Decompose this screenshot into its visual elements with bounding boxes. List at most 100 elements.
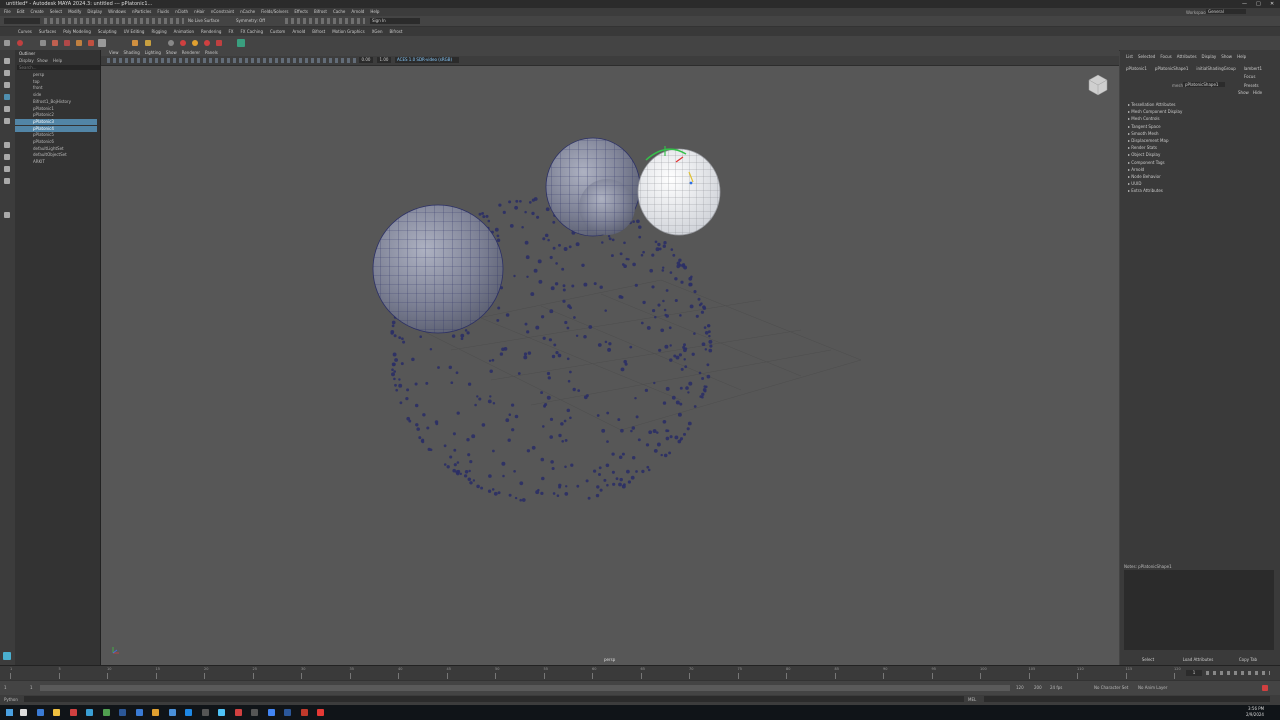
taskbar-app-icon[interactable]: [86, 709, 93, 716]
outliner-item[interactable]: ARKIT: [15, 159, 97, 165]
shelf-tab-10[interactable]: Custom: [270, 27, 285, 36]
shelf-icon-7[interactable]: [145, 40, 151, 46]
shelf-icon-5[interactable]: [88, 40, 94, 46]
range-end-field[interactable]: 200: [1034, 685, 1042, 690]
workspace-select[interactable]: General: [1206, 9, 1246, 14]
shelf-tab-12[interactable]: Bifrost: [312, 27, 325, 36]
focus-button[interactable]: Focus: [1244, 74, 1255, 79]
taskbar-app-icon[interactable]: [185, 709, 192, 716]
outliner-item[interactable]: persp: [15, 72, 97, 78]
character-set-select[interactable]: No Character Set: [1094, 685, 1128, 690]
taskbar-app-icon[interactable]: [102, 709, 110, 716]
command-input[interactable]: [24, 696, 964, 702]
mode-selector[interactable]: [4, 18, 40, 24]
outliner-item[interactable]: Bifrost1_BojHistory: [15, 99, 97, 105]
render-icons[interactable]: [285, 18, 365, 24]
text-tool-icon[interactable]: [132, 40, 138, 46]
layout-outliner-icon[interactable]: [4, 178, 10, 184]
taskbar-app-icon[interactable]: [234, 709, 242, 716]
menu-item-13[interactable]: Fields/Solvers: [261, 8, 288, 16]
notes-textarea[interactable]: [1124, 570, 1274, 650]
refresh-icon[interactable]: [168, 40, 174, 46]
shelf-tab-1[interactable]: Surfaces: [39, 27, 56, 36]
taskbar-app-icon[interactable]: [201, 709, 209, 716]
bifrost-icon[interactable]: [17, 40, 23, 46]
menu-item-10[interactable]: nHair: [194, 8, 205, 16]
shelf-icon-6[interactable]: [98, 39, 106, 47]
attribute-section[interactable]: ▸ Component Tags: [1128, 160, 1273, 166]
node-tab-0[interactable]: pPlatonic1: [1126, 66, 1147, 72]
outliner-item[interactable]: pPlatonic1: [15, 106, 97, 112]
outliner-item[interactable]: top: [15, 79, 97, 85]
cache-icon[interactable]: [204, 40, 210, 46]
scale-tool-icon[interactable]: [4, 118, 10, 124]
attr-menu-6[interactable]: Help: [1237, 54, 1246, 60]
shelf-icon-4[interactable]: [76, 40, 82, 46]
time-slider[interactable]: 1 5 10 15 20 25 30 35 40 45 50 55 60 65 70 75 80 85 90 95 10…: [0, 665, 1280, 681]
fps-select[interactable]: 24 fps: [1050, 685, 1062, 690]
load-attributes-button[interactable]: Load Attributes: [1174, 657, 1222, 662]
tool-icon[interactable]: [216, 40, 222, 46]
outliner-item[interactable]: pPlatonic3: [15, 118, 97, 125]
outliner-item[interactable]: pPlatonic4: [15, 125, 97, 132]
shelf-tab-14[interactable]: XGen: [372, 27, 383, 36]
node-tab-3[interactable]: lambert1: [1244, 66, 1262, 72]
attr-menu-1[interactable]: Selected: [1138, 54, 1155, 60]
attribute-section[interactable]: ▸ Smooth Mesh: [1128, 131, 1273, 137]
scene-render[interactable]: [101, 50, 1119, 665]
hide-button[interactable]: Hide: [1253, 90, 1262, 95]
status-tool-icons[interactable]: [44, 18, 184, 24]
select-button[interactable]: Select: [1124, 657, 1172, 662]
taskbar-app-icon[interactable]: [300, 709, 308, 716]
taskbar-app-icon[interactable]: [284, 709, 291, 716]
current-frame-field[interactable]: 1: [1186, 670, 1202, 676]
attribute-section[interactable]: ▸ Arnold: [1128, 167, 1273, 173]
playback-controls[interactable]: [1206, 671, 1270, 675]
taskbar-app-icon[interactable]: [119, 709, 126, 716]
node-tab-1[interactable]: pPlatonicShape1: [1155, 66, 1188, 72]
shelf-settings-icon[interactable]: [4, 40, 10, 46]
shelf-tab-15[interactable]: Bifrost: [390, 27, 403, 36]
shelf-icon-3[interactable]: [64, 40, 70, 46]
menu-item-12[interactable]: nCache: [240, 8, 255, 16]
menu-item-16[interactable]: Cache: [333, 8, 345, 16]
shelf-tab-13[interactable]: Motion Graphics: [332, 27, 365, 36]
select-tool-icon[interactable]: [4, 58, 10, 64]
shelf-tab-0[interactable]: Curves: [18, 27, 32, 36]
script-editor-icon[interactable]: [3, 652, 11, 660]
attribute-section[interactable]: ▸ Tessellation Attributes: [1128, 102, 1273, 108]
taskbar-app-icon[interactable]: [251, 709, 258, 716]
attribute-section[interactable]: ▸ Render Stats: [1128, 145, 1273, 151]
attribute-section[interactable]: ▸ UUID: [1128, 181, 1273, 187]
taskbar-app-icon[interactable]: [36, 709, 44, 716]
range-start-field[interactable]: 1: [4, 685, 7, 690]
attr-menu-0[interactable]: List: [1126, 54, 1133, 60]
menu-item-3[interactable]: Select: [50, 8, 62, 16]
symmetry-field[interactable]: Symmetry: Off: [236, 18, 265, 23]
shelf-tab-3[interactable]: Sculpting: [98, 27, 117, 36]
layout-split-icon[interactable]: [4, 166, 10, 172]
shelf-tab-7[interactable]: Rendering: [201, 27, 221, 36]
taskbar-app-icon[interactable]: [53, 709, 60, 716]
menu-item-14[interactable]: Effects: [294, 8, 308, 16]
menu-item-11[interactable]: nConstraint: [211, 8, 234, 16]
outliner-item[interactable]: pPlatonic6: [15, 139, 97, 145]
shelf-tab-8[interactable]: FX: [228, 27, 233, 36]
menu-item-0[interactable]: File: [4, 8, 11, 16]
auto-key-icon[interactable]: [1262, 685, 1268, 691]
attr-menu-5[interactable]: Show: [1221, 54, 1232, 60]
menu-item-6[interactable]: Windows: [108, 8, 126, 16]
view-cube[interactable]: [1088, 74, 1108, 96]
viewport-panel[interactable]: View Shading Lighting Show Renderer Panels 0.…: [101, 50, 1119, 665]
sphere-selected[interactable]: [637, 148, 721, 236]
shelf-tab-5[interactable]: Rigging: [151, 27, 166, 36]
attr-menu-3[interactable]: Attributes: [1177, 54, 1197, 60]
move-tool-icon[interactable]: [4, 94, 10, 100]
shelf-tab-2[interactable]: Poly Modeling: [63, 27, 91, 36]
sign-in-button[interactable]: Sign In: [370, 18, 420, 24]
outliner-item[interactable]: defaultObjectSet: [15, 152, 97, 158]
shelf-tab-6[interactable]: Animation: [174, 27, 194, 36]
menu-item-17[interactable]: Arnold: [351, 8, 364, 16]
outliner-menu-help[interactable]: Help: [53, 58, 62, 63]
playback-start-field[interactable]: 1: [30, 685, 33, 690]
